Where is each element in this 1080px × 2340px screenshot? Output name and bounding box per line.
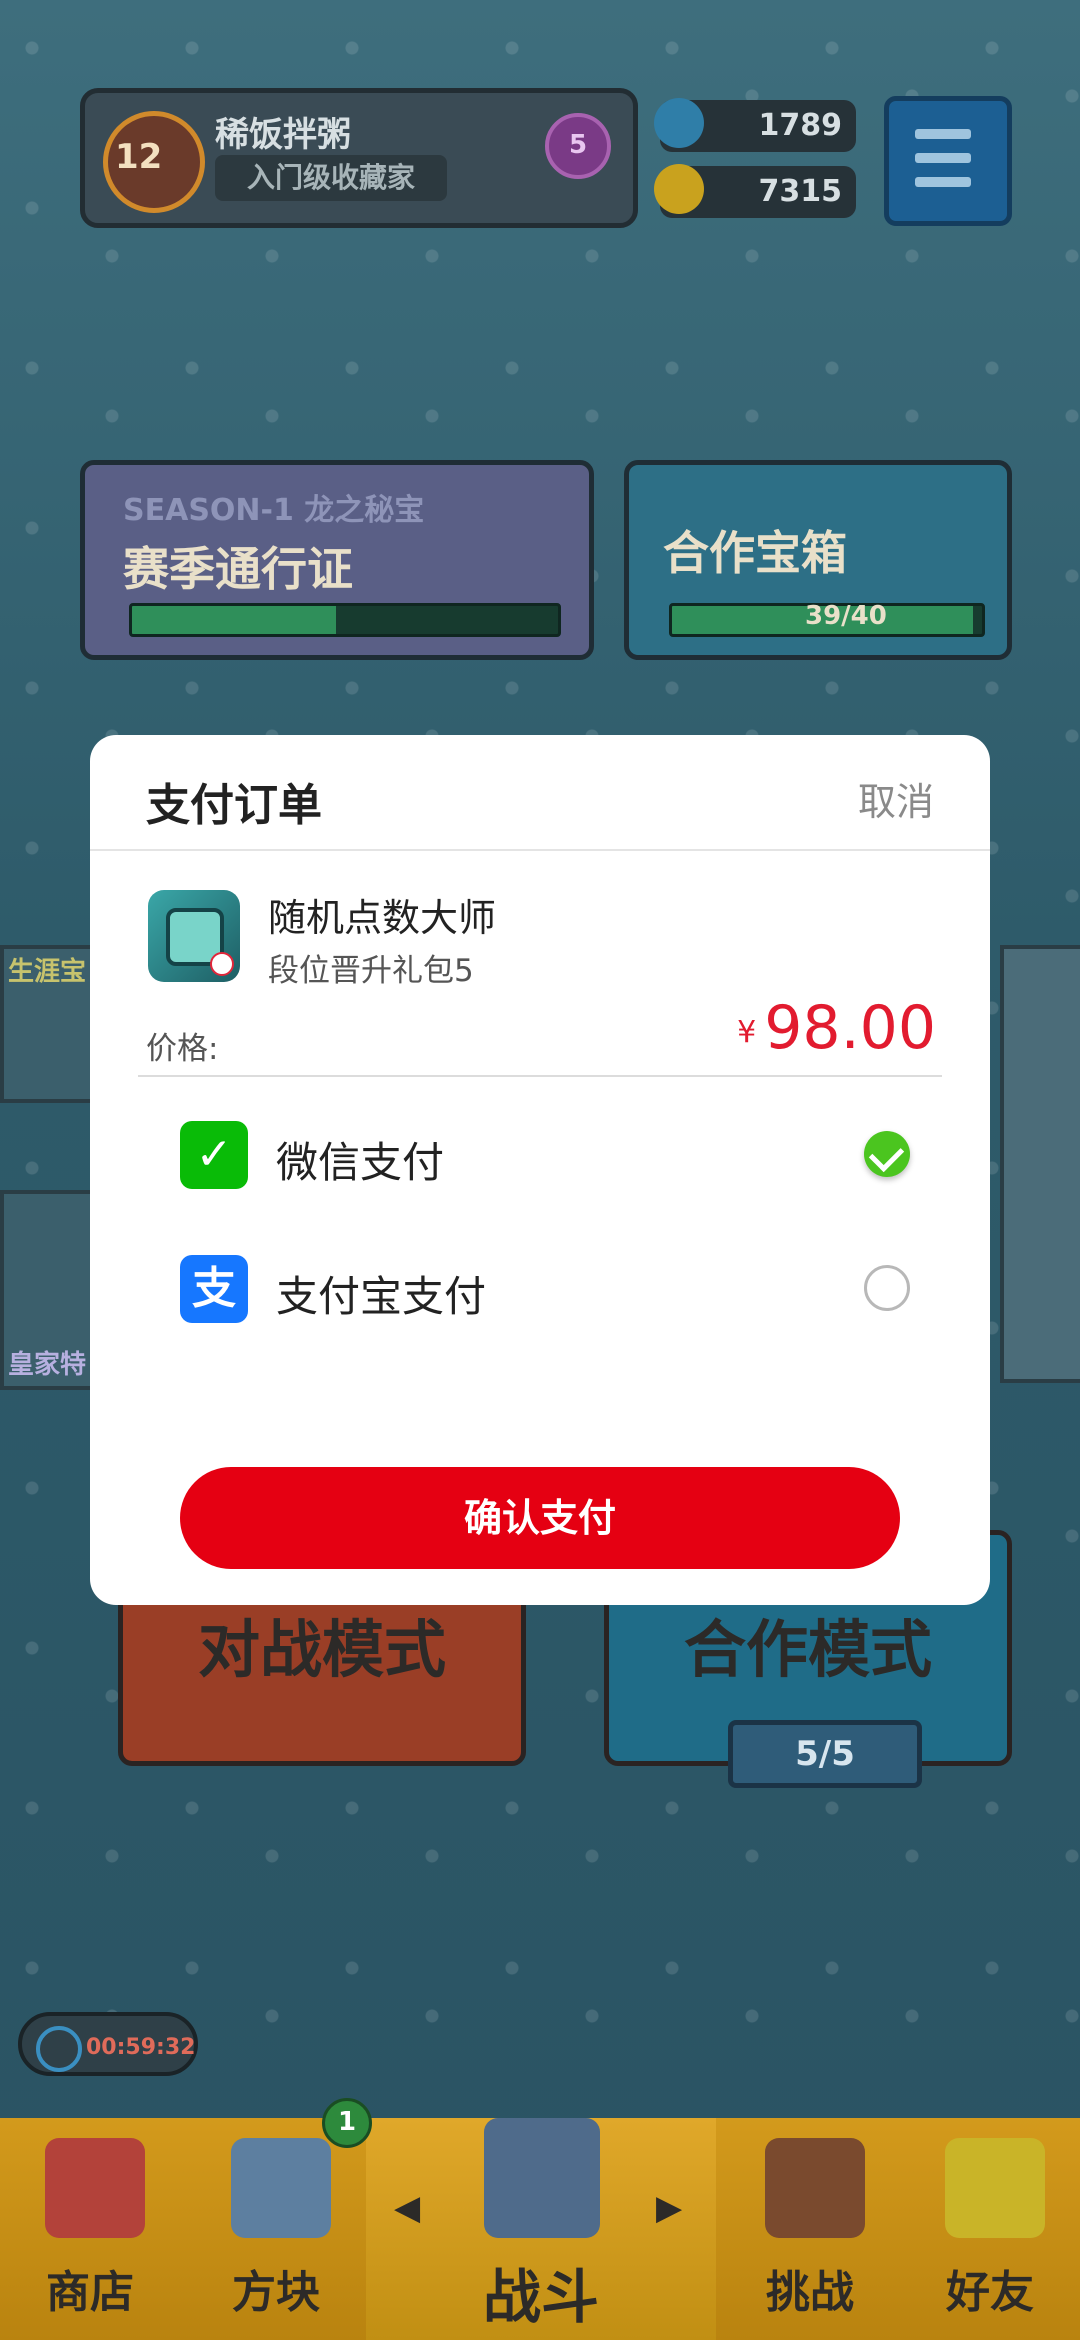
menu-icon-line bbox=[915, 153, 971, 163]
product-item: 段位晋升礼包5 bbox=[268, 953, 474, 989]
tab-challenge[interactable]: 挑战 bbox=[720, 2118, 900, 2340]
coop-mode-label: 合作模式 bbox=[683, 1613, 932, 1686]
medal-icon[interactable]: 5 bbox=[545, 113, 611, 179]
tab-friends[interactable]: 好友 bbox=[900, 2118, 1080, 2340]
side-label-top: 生涯宝 bbox=[8, 957, 87, 987]
shop-icon bbox=[45, 2138, 145, 2238]
tab-blocks-label: 方块 bbox=[232, 2267, 320, 2318]
season-label: SEASON-1 龙之秘宝 bbox=[123, 493, 425, 528]
season-pass-title: 赛季通行证 bbox=[123, 542, 353, 596]
timer-text: 00:59:32 bbox=[86, 2035, 196, 2060]
price-amount: 98.00 bbox=[764, 993, 936, 1063]
player-name: 稀饭拌粥 bbox=[215, 115, 351, 155]
battle-icon bbox=[484, 2118, 600, 2238]
gem-value: 1789 bbox=[758, 108, 843, 143]
payment-dialog: 支付订单 取消 随机点数大师 段位晋升礼包5 价格: ¥98.00 ✓ 微信支付… bbox=[90, 735, 990, 1605]
player-level: 12 bbox=[115, 137, 163, 177]
price: ¥98.00 bbox=[737, 993, 936, 1063]
tab-blocks[interactable]: 方块 bbox=[186, 2118, 366, 2340]
tab-shop[interactable]: 商店 bbox=[0, 2118, 180, 2340]
blocks-icon bbox=[231, 2138, 331, 2238]
currency-symbol: ¥ bbox=[737, 1015, 757, 1050]
cancel-button[interactable]: 取消 bbox=[858, 771, 934, 826]
stopwatch-icon bbox=[36, 2026, 82, 2072]
menu-icon-line bbox=[915, 177, 971, 187]
app-icon bbox=[148, 890, 240, 982]
player-profile-card[interactable]: 12 稀饭拌粥 入门级收藏家 5 bbox=[80, 88, 638, 228]
side-label-bottom: 皇家特 bbox=[8, 1350, 87, 1380]
wechat-pay-icon: ✓ bbox=[180, 1121, 248, 1189]
tab-battle-label: 战斗 bbox=[482, 2263, 599, 2331]
gem-counter[interactable]: 1789 bbox=[654, 98, 856, 152]
price-label: 价格: bbox=[146, 1031, 219, 1067]
coin-value: 7315 bbox=[758, 174, 843, 209]
payment-option-wechat[interactable]: ✓ 微信支付 bbox=[180, 1115, 940, 1195]
bottom-nav-bar: 商店 方块 战斗 挑战 好友 bbox=[0, 2118, 1080, 2340]
confirm-payment-button[interactable]: 确认支付 bbox=[180, 1467, 900, 1569]
dialog-title: 支付订单 bbox=[146, 780, 322, 831]
left-arrow-icon[interactable]: ◀ bbox=[394, 2188, 420, 2228]
coin-counter[interactable]: 7315 bbox=[654, 164, 856, 218]
blocks-notification-badge: 1 bbox=[322, 2098, 372, 2148]
player-title: 入门级收藏家 bbox=[215, 155, 447, 201]
stamp-icon bbox=[210, 952, 234, 976]
coop-chest-card[interactable]: 合作宝箱 39/40 bbox=[624, 460, 1012, 660]
coop-progress-text: 39/40 bbox=[805, 601, 887, 631]
radio-checked-icon[interactable] bbox=[864, 1131, 910, 1177]
gem-icon bbox=[654, 98, 704, 148]
tab-challenge-label: 挑战 bbox=[766, 2267, 854, 2318]
alipay-icon: 支 bbox=[180, 1255, 248, 1323]
coin-icon bbox=[654, 164, 704, 214]
payment-option-label: 微信支付 bbox=[276, 1138, 445, 1187]
coop-chest-title: 合作宝箱 bbox=[663, 526, 847, 580]
battle-mode-label: 对战模式 bbox=[197, 1613, 446, 1686]
tab-battle[interactable]: 战斗 bbox=[366, 2118, 716, 2340]
side-panel-top[interactable]: 生涯宝 bbox=[0, 945, 98, 1103]
season-pass-card[interactable]: SEASON-1 龙之秘宝 赛季通行证 bbox=[80, 460, 594, 660]
header-divider bbox=[90, 849, 990, 851]
event-timer[interactable]: 00:59:32 bbox=[18, 2012, 198, 2076]
challenge-icon bbox=[765, 2138, 865, 2238]
payment-option-alipay[interactable]: 支 支付宝支付 bbox=[180, 1249, 940, 1329]
side-panel-right bbox=[1000, 945, 1080, 1383]
friends-icon bbox=[945, 2138, 1045, 2238]
menu-icon-line bbox=[915, 129, 971, 139]
season-progress-bar bbox=[129, 603, 561, 637]
payment-option-label: 支付宝支付 bbox=[276, 1272, 487, 1321]
side-panel-bottom[interactable]: 皇家特 bbox=[0, 1190, 98, 1390]
product-name: 随机点数大师 bbox=[268, 896, 497, 940]
tab-shop-label: 商店 bbox=[46, 2267, 134, 2318]
right-arrow-icon[interactable]: ▶ bbox=[656, 2188, 682, 2228]
tab-friends-label: 好友 bbox=[946, 2267, 1034, 2318]
menu-button[interactable] bbox=[884, 96, 1012, 226]
price-divider bbox=[138, 1075, 942, 1077]
radio-unchecked-icon[interactable] bbox=[864, 1265, 910, 1311]
coop-mode-count: 5/5 bbox=[728, 1720, 922, 1788]
